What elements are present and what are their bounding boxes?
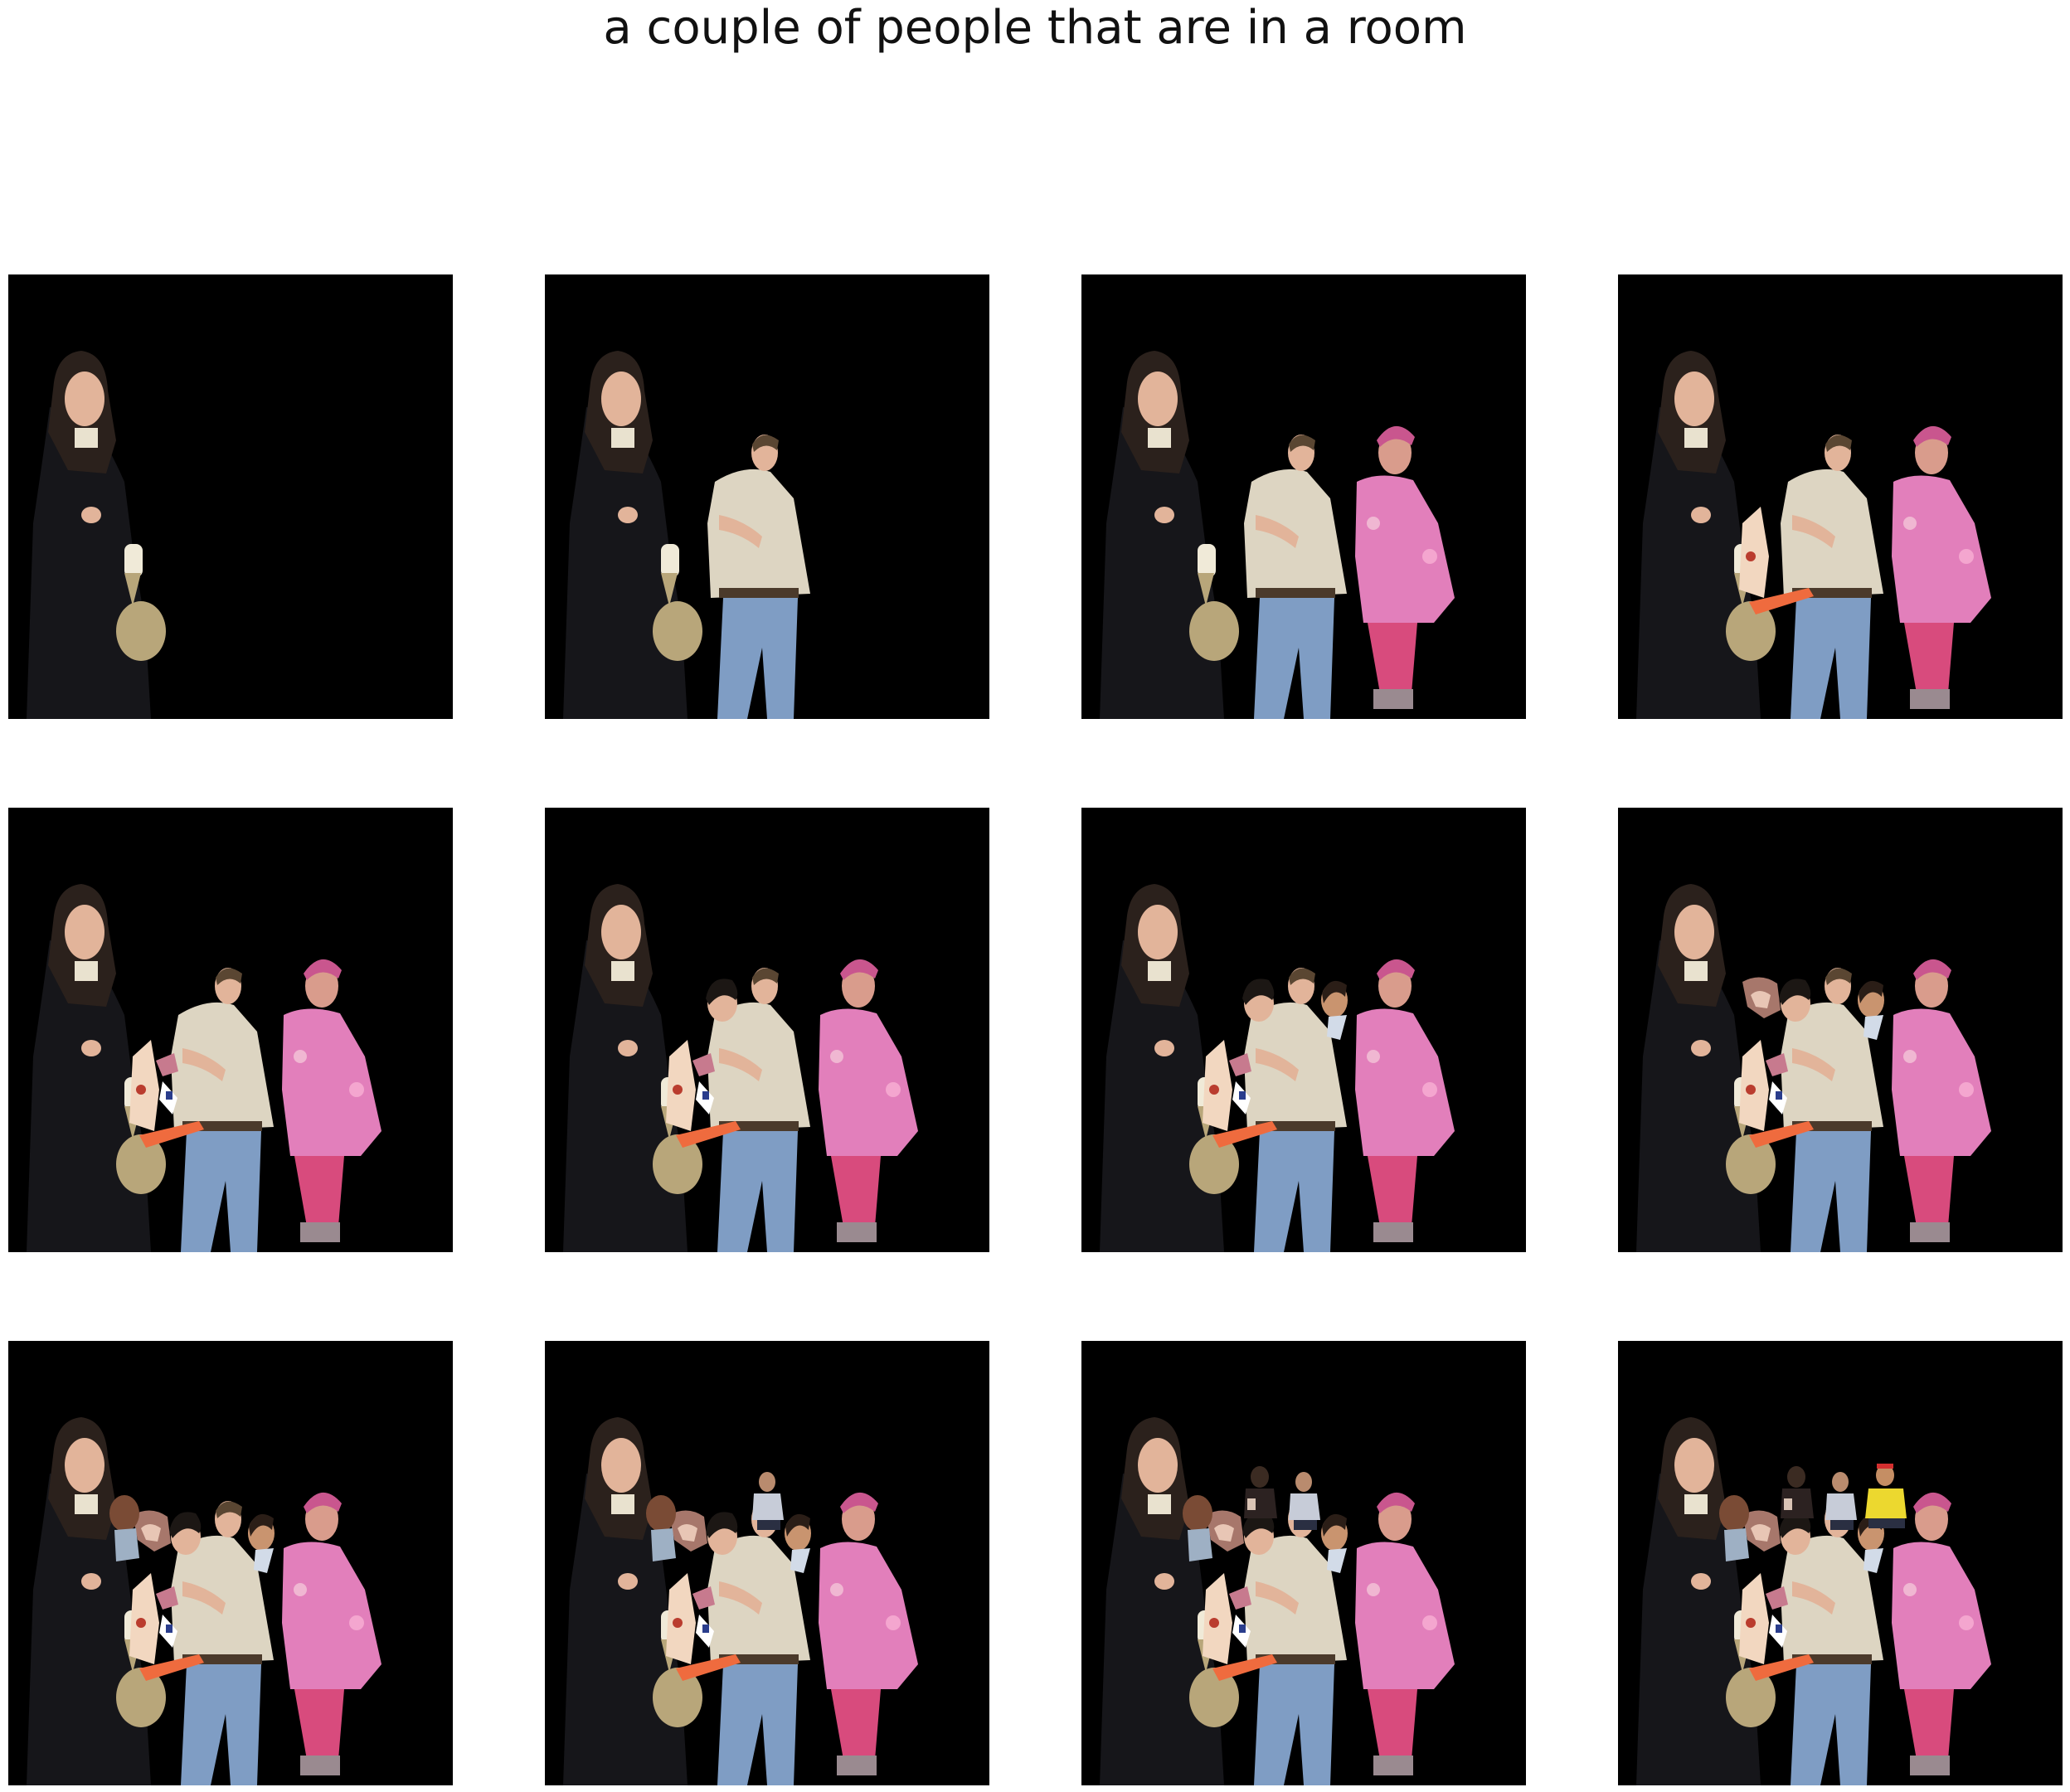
collage-image-3 — [1081, 274, 1526, 719]
collage-panel-8 — [1618, 808, 2063, 1252]
collage-panel-11 — [1081, 1341, 1526, 1785]
figure-title: a couple of people that are in a room — [603, 1, 1467, 55]
collage-image-5 — [8, 808, 453, 1252]
collage-panel-9 — [8, 1341, 453, 1785]
collage-panel-12 — [1618, 1341, 2063, 1785]
collage-image-8 — [1618, 808, 2063, 1252]
collage-image-7 — [1081, 808, 1526, 1252]
collage-panel-6 — [545, 808, 989, 1252]
collage-panel-10 — [545, 1341, 989, 1785]
collage-panel-3 — [1081, 274, 1526, 719]
collage-image-10 — [545, 1341, 989, 1785]
collage-panel-7 — [1081, 808, 1526, 1252]
collage-image-2 — [545, 274, 989, 719]
collage-panel-1 — [8, 274, 453, 719]
collage-image-12 — [1618, 1341, 2063, 1785]
collage-panel-2 — [545, 274, 989, 719]
collage-panel-5 — [8, 808, 453, 1252]
collage-image-9 — [8, 1341, 453, 1785]
collage-image-11 — [1081, 1341, 1526, 1785]
collage-image-1 — [8, 274, 453, 719]
collage-image-4 — [1618, 274, 2063, 719]
collage-image-6 — [545, 808, 989, 1252]
collage-panel-4 — [1618, 274, 2063, 719]
